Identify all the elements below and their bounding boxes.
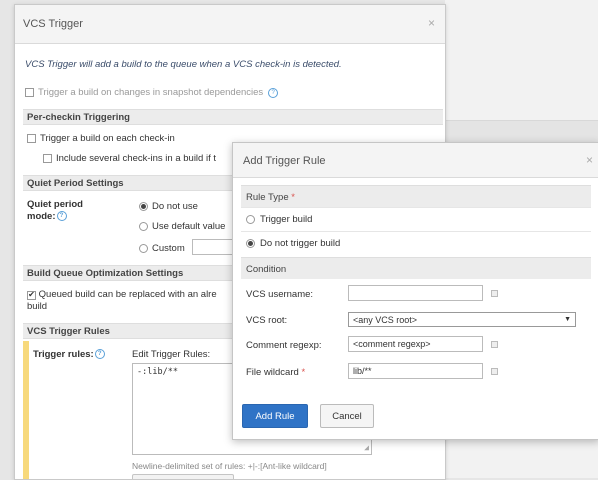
rule-option-do-not-trigger-label: Do not trigger build <box>260 238 341 249</box>
vcs-username-label: VCS username: <box>246 289 314 300</box>
each-checkin-label: Trigger a build on each check-in <box>40 133 175 144</box>
quiet-option-default-radio[interactable] <box>139 222 148 231</box>
snapshot-deps-label: Trigger a build on changes in snapshot d… <box>38 87 264 98</box>
rule-option-trigger-label: Trigger build <box>260 214 313 225</box>
several-checkins-label: Include several check-ins in a build if … <box>56 153 216 164</box>
trigger-rules-hint: Newline-delimited set of rules: +|-:[Ant… <box>132 461 327 471</box>
quiet-period-label-line1: Quiet period <box>27 199 83 210</box>
queue-replace-label-line2: build <box>27 301 48 312</box>
trigger-rules-label: Trigger rules: <box>33 349 94 360</box>
condition-header: Condition <box>241 257 591 279</box>
quiet-option-custom-radio[interactable] <box>139 244 148 253</box>
vcs-trigger-close-icon[interactable]: × <box>428 16 435 30</box>
file-wildcard-label-row: File wildcard * <box>246 367 305 378</box>
vcs-trigger-title: VCS Trigger <box>23 18 83 30</box>
vcs-username-input[interactable] <box>348 285 483 301</box>
snapshot-deps-checkbox[interactable] <box>25 88 34 97</box>
queue-replace-line1: ✔ Queued build can be replaced with an a… <box>27 289 217 301</box>
several-checkins-checkbox[interactable] <box>43 154 52 163</box>
file-wildcard-required-mark: * <box>301 367 306 378</box>
snapshot-deps-help-icon[interactable]: ? <box>268 87 279 98</box>
vcs-trigger-header: VCS Trigger × <box>15 5 445 44</box>
add-trigger-rule-dialog: Add Trigger Rule × Rule Type * Trigger b… <box>232 142 598 440</box>
quiet-option-default[interactable]: Use default value <box>139 221 225 232</box>
queue-replace-label: Queued build can be replaced with an alr… <box>38 289 217 300</box>
resize-grip-icon[interactable]: ◢ <box>364 443 369 452</box>
vcs-root-value: <any VCS root> <box>353 314 418 325</box>
queue-replace-checkbox[interactable]: ✔ <box>27 290 36 300</box>
add-trigger-rule-header: Add Trigger Rule × <box>233 143 598 178</box>
file-wildcard-input[interactable]: lib/** <box>348 363 483 379</box>
quiet-period-label-line2: mode:? <box>27 211 83 223</box>
quiet-option-do-not-use-radio[interactable] <box>139 202 148 211</box>
file-wildcard-label: File wildcard <box>246 367 299 378</box>
quiet-option-custom-label: Custom <box>152 243 185 254</box>
vcs-trigger-intro: VCS Trigger will add a build to the queu… <box>25 59 342 70</box>
edit-trigger-rules-label: Edit Trigger Rules: <box>132 349 211 360</box>
quiet-option-default-label: Use default value <box>152 221 226 232</box>
snapshot-deps-row: Trigger a build on changes in snapshot d… <box>25 87 279 98</box>
quiet-option-do-not-use-label: Do not use <box>152 201 198 212</box>
trigger-rules-label-row: Trigger rules:? <box>33 349 105 360</box>
quiet-period-help-icon[interactable]: ? <box>56 211 67 221</box>
add-rule-button[interactable]: Add Rule <box>242 404 308 428</box>
comment-regexp-input[interactable]: <comment regexp> <box>348 336 483 352</box>
comment-regexp-label: Comment regexp: <box>246 340 322 351</box>
trigger-rules-value: -:lib/** <box>137 367 178 377</box>
trigger-rules-help-icon[interactable]: ? <box>94 349 105 359</box>
quiet-period-mode-label: Quiet period mode:? <box>27 199 83 223</box>
quiet-period-label-line2-text: mode: <box>27 211 56 222</box>
per-checkin-section-header: Per-checkin Triggering <box>23 109 443 125</box>
rule-option-trigger[interactable]: Trigger build <box>241 207 591 231</box>
vcs-root-select[interactable]: <any VCS root> ▼ <box>348 312 576 327</box>
each-checkin-checkbox[interactable] <box>27 134 36 143</box>
cancel-button[interactable]: Cancel <box>320 404 374 428</box>
comment-picker-icon[interactable] <box>491 341 498 348</box>
quiet-option-do-not-use[interactable]: Do not use <box>139 201 198 212</box>
rule-type-header: Rule Type * <box>241 185 591 207</box>
rule-option-do-not-trigger-radio[interactable] <box>246 239 255 248</box>
dropdown-arrow-icon: ▼ <box>564 316 571 323</box>
add-trigger-rule-close-icon[interactable]: × <box>586 153 593 167</box>
several-checkins-row: Include several check-ins in a build if … <box>43 153 216 164</box>
rule-type-required-mark: * <box>291 192 295 203</box>
vcs-root-label: VCS root: <box>246 315 288 326</box>
rule-option-trigger-radio[interactable] <box>246 215 255 224</box>
rule-type-label: Rule Type <box>246 192 289 203</box>
add-trigger-rule-title: Add Trigger Rule <box>243 155 326 167</box>
rule-option-do-not-trigger[interactable]: Do not trigger build <box>241 231 591 255</box>
each-checkin-row: Trigger a build on each check-in <box>27 133 175 144</box>
trigger-rules-highlight <box>23 341 29 479</box>
queue-replace-row: ✔ Queued build can be replaced with an a… <box>27 289 217 313</box>
add-new-rule-button[interactable] <box>132 474 234 479</box>
quiet-option-custom[interactable]: Custom <box>139 243 185 254</box>
username-picker-icon[interactable] <box>491 290 498 297</box>
wildcard-picker-icon[interactable] <box>491 368 498 375</box>
